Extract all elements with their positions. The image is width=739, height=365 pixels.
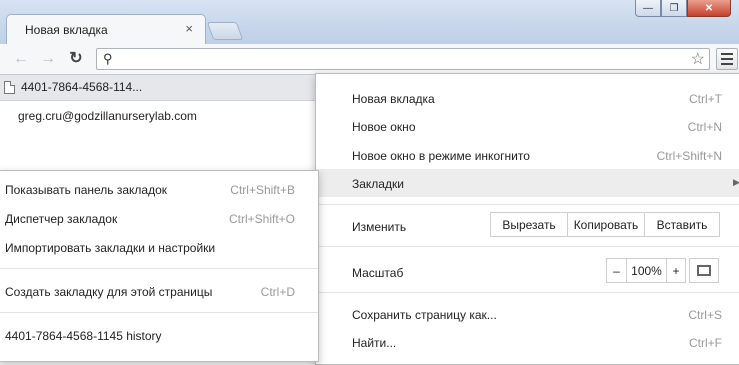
window-title xyxy=(455,0,635,12)
menu-item-label: Масштаб xyxy=(352,266,404,280)
copy-button[interactable]: Копировать xyxy=(567,212,644,237)
tab-close-icon[interactable]: × xyxy=(185,21,193,36)
submenu-item-history-bookmark[interactable]: 4401-7864-4568-1145 history xyxy=(0,321,318,349)
menu-divider xyxy=(316,204,739,205)
edit-button-group: Вырезать Копировать Вставить xyxy=(490,212,720,237)
submenu-item-label: Создать закладку для этой страницы xyxy=(5,285,213,299)
tab-new-tab[interactable]: Новая вкладка × xyxy=(6,14,206,44)
menu-item-label: Найти... xyxy=(352,336,397,350)
zoom-in-button[interactable]: + xyxy=(666,258,686,283)
zoom-controls: – 100% + xyxy=(606,258,686,283)
tab-title: Новая вкладка xyxy=(25,23,108,37)
hamburger-menu-icon[interactable] xyxy=(716,48,738,70)
menu-item-label: Новое окно xyxy=(352,120,416,134)
submenu-item-label: 4401-7864-4568-1145 history xyxy=(5,329,162,343)
menu-item-shortcut: Ctrl+N xyxy=(687,120,722,134)
address-bar[interactable]: ⚲ ☆ xyxy=(96,48,710,70)
toolbar: ← → ↻ ⚲ ☆ xyxy=(0,44,739,75)
menu-item-shortcut: Ctrl+T xyxy=(689,92,722,106)
submenu-divider xyxy=(0,268,318,269)
menu-item-save-page[interactable]: Сохранить страницу как... Ctrl+S xyxy=(316,300,739,328)
submenu-item-label: Диспетчер закладок xyxy=(5,212,118,226)
arrow-left-icon[interactable]: ← xyxy=(11,50,31,68)
fullscreen-icon[interactable] xyxy=(689,258,719,283)
menu-item-shortcut: Ctrl+S xyxy=(688,308,722,322)
menu-item-label: Новая вкладка xyxy=(352,92,435,106)
maximize-button[interactable]: ❐ xyxy=(661,0,687,17)
title-bar: — ❐ ✕ Новая вкладка × xyxy=(0,0,739,44)
submenu-item-shortcut: Ctrl+Shift+B xyxy=(230,183,295,197)
submenu-item-show-bookmarks-bar[interactable]: Показывать панель закладок Ctrl+Shift+B xyxy=(0,175,318,203)
menu-item-shortcut: Ctrl+Shift+N xyxy=(656,149,722,163)
page-icon xyxy=(4,80,15,94)
main-menu: Новая вкладка Ctrl+T Новое окно Ctrl+N Н… xyxy=(315,73,739,365)
menu-item-shortcut: Ctrl+F xyxy=(689,336,722,350)
menu-item-bookmarks[interactable]: Закладки ▶ xyxy=(316,169,739,197)
submenu-item-shortcut: Ctrl+Shift+O xyxy=(228,212,295,226)
bookmark-label: 4401-7864-4568-114... xyxy=(21,80,143,94)
search-icon: ⚲ xyxy=(103,51,113,66)
arrow-right-icon[interactable]: → xyxy=(38,50,58,68)
menu-item-incognito[interactable]: Новое окно в режиме инкогнито Ctrl+Shift… xyxy=(316,141,739,169)
menu-item-find[interactable]: Найти... Ctrl+F xyxy=(316,328,739,356)
menu-item-label: Изменить xyxy=(352,220,407,234)
submenu-item-bookmark-this-page[interactable]: Создать закладку для этой страницы Ctrl+… xyxy=(0,277,318,305)
submenu-item-label: Показывать панель закладок xyxy=(5,183,168,197)
menu-item-new-tab[interactable]: Новая вкладка Ctrl+T xyxy=(316,84,739,112)
new-tab-button[interactable] xyxy=(206,22,244,40)
submenu-item-shortcut: Ctrl+D xyxy=(260,285,295,299)
submenu-item-bookmark-manager[interactable]: Диспетчер закладок Ctrl+Shift+O xyxy=(0,204,318,232)
chevron-right-icon: ▶ xyxy=(733,177,739,187)
paste-button[interactable]: Вставить xyxy=(644,212,720,237)
page-email-text: greg.cru@godzillanurserylab.com xyxy=(18,109,197,123)
submenu-item-label: Импортировать закладки и настройки xyxy=(5,241,216,255)
submenu-divider xyxy=(0,312,318,313)
cut-button[interactable]: Вырезать xyxy=(490,212,567,237)
reload-icon[interactable]: ↻ xyxy=(66,50,86,68)
bookmarks-submenu: Показывать панель закладок Ctrl+Shift+B … xyxy=(0,170,319,362)
zoom-out-button[interactable]: – xyxy=(606,258,626,283)
menu-item-label: Закладки xyxy=(352,177,404,191)
menu-item-label: Сохранить страницу как... xyxy=(352,308,497,322)
submenu-item-import[interactable]: Импортировать закладки и настройки xyxy=(0,233,318,261)
zoom-level-value: 100% xyxy=(626,258,666,283)
menu-divider xyxy=(316,246,739,247)
close-window-button[interactable]: ✕ xyxy=(687,0,731,17)
star-icon[interactable]: ☆ xyxy=(691,49,705,69)
minimize-button[interactable]: — xyxy=(635,0,661,17)
bookmark-item[interactable]: 4401-7864-4568-114... xyxy=(4,80,142,94)
menu-item-new-window[interactable]: Новое окно Ctrl+N xyxy=(316,112,739,140)
menu-item-label: Новое окно в режиме инкогнито xyxy=(352,149,530,163)
window-controls: — ❐ ✕ xyxy=(635,0,731,17)
menu-divider xyxy=(316,292,739,293)
